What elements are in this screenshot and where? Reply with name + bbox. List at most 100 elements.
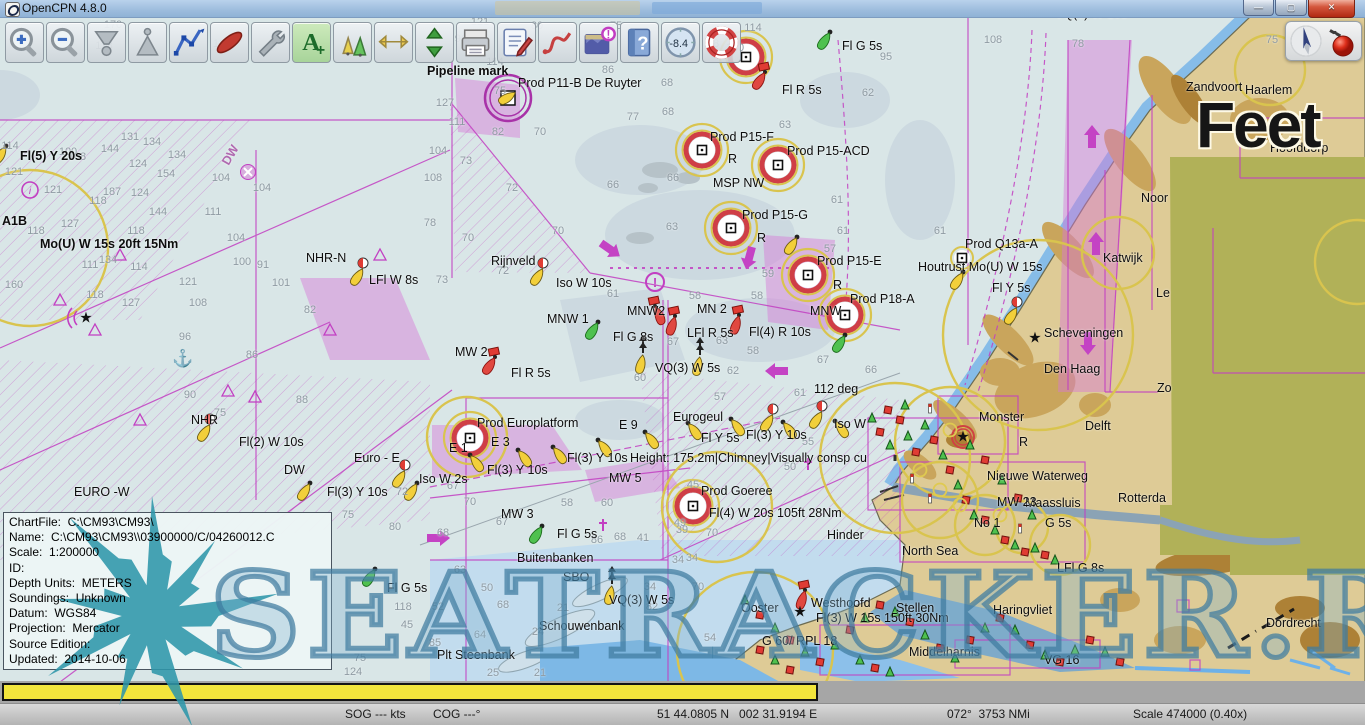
harbor-mark bbox=[1056, 658, 1064, 666]
chart-bar[interactable] bbox=[0, 681, 1365, 703]
production-platform bbox=[951, 247, 973, 269]
opencpn-window: ★★★★⚓i! 12112711415010495108787596807875… bbox=[0, 0, 1365, 725]
toolbar-zoom-out-button[interactable] bbox=[46, 22, 85, 63]
scale-down-icon bbox=[88, 23, 125, 62]
harbor-mark bbox=[946, 466, 954, 474]
harbor-mark bbox=[911, 474, 914, 483]
toolbar-print-button[interactable] bbox=[456, 22, 495, 63]
production-platform bbox=[676, 124, 728, 176]
chart-info-box bbox=[3, 512, 332, 670]
production-platform bbox=[752, 139, 804, 191]
harbor-mark bbox=[756, 646, 764, 654]
harbor-mark bbox=[876, 428, 884, 436]
toolbar-chart-stack-button[interactable] bbox=[415, 22, 454, 63]
zoom-in-icon bbox=[6, 23, 43, 62]
toolbar-follow-vessel-button[interactable] bbox=[128, 22, 167, 63]
toolbar-chart-outlines-button[interactable]: ! bbox=[579, 22, 618, 63]
light-star: ★ bbox=[1028, 330, 1041, 347]
harbor-mark bbox=[1001, 536, 1009, 544]
toolbar-chart-scale-button[interactable] bbox=[374, 22, 413, 63]
harbor-mark bbox=[896, 416, 904, 424]
harbor-mark bbox=[1021, 548, 1029, 556]
depth-unit-overlay: Feet bbox=[1196, 88, 1320, 162]
toolbar-track-button[interactable] bbox=[538, 22, 577, 63]
svg-text:?: ? bbox=[637, 32, 648, 53]
gps-status-icon bbox=[1333, 36, 1353, 56]
satellite-icon bbox=[1329, 29, 1341, 37]
toolbar-enc-text-button[interactable]: A+ bbox=[292, 22, 331, 63]
harbor-mark bbox=[1086, 636, 1094, 644]
harbor-mark bbox=[1116, 658, 1124, 666]
harbor-mark bbox=[929, 404, 932, 413]
harbor-mark bbox=[906, 618, 914, 626]
options-icon bbox=[252, 23, 289, 62]
production-platform bbox=[667, 480, 719, 532]
clock-icon: -8.4 bbox=[662, 23, 699, 62]
toolbar-mob-button[interactable] bbox=[702, 22, 741, 63]
harbor-mark bbox=[871, 664, 879, 672]
harbor-mark bbox=[786, 666, 794, 674]
app-icon bbox=[5, 2, 20, 17]
toolbar-zoom-in-button[interactable] bbox=[5, 22, 44, 63]
status-bar: SOG --- kts COG ---° 51 44.0805 N 002 31… bbox=[0, 703, 1365, 725]
svg-text:★: ★ bbox=[956, 429, 969, 446]
follow-vessel-icon bbox=[129, 23, 166, 62]
svg-text:!: ! bbox=[653, 275, 657, 290]
harbor-mark bbox=[846, 626, 854, 634]
route-manager-icon bbox=[498, 23, 535, 62]
toolbar-clock-button[interactable]: -8.4 bbox=[661, 22, 700, 63]
ais-targets-icon bbox=[334, 23, 371, 62]
toolbar-route-manager-button[interactable] bbox=[497, 22, 536, 63]
help-icon: ? bbox=[621, 23, 658, 62]
chart-outlines-icon: ! bbox=[580, 23, 617, 62]
toolbar-help-button[interactable]: ? bbox=[620, 22, 659, 63]
production-platform bbox=[705, 202, 757, 254]
chart-bar-key[interactable] bbox=[2, 683, 818, 701]
harbor-mark bbox=[786, 636, 794, 644]
toolbar-options-button[interactable] bbox=[251, 22, 290, 63]
create-route-icon bbox=[170, 23, 207, 62]
chart-stack-icon bbox=[416, 23, 453, 62]
harbor-mark bbox=[981, 516, 989, 524]
svg-text:!: ! bbox=[607, 29, 611, 41]
drop-mark-icon bbox=[211, 23, 248, 62]
harbor-mark bbox=[894, 455, 897, 461]
background-window-artifact bbox=[652, 2, 762, 14]
harbor-mark bbox=[1019, 524, 1022, 533]
svg-text:★: ★ bbox=[79, 310, 92, 327]
window-title: OpenCPN 4.8.0 bbox=[22, 1, 107, 15]
track-icon bbox=[539, 23, 576, 62]
harbor-mark bbox=[1014, 494, 1022, 502]
toolbar-scale-down-button[interactable] bbox=[87, 22, 126, 63]
title-bar[interactable]: OpenCPN 4.8.0 bbox=[0, 0, 1365, 18]
harbor-mark bbox=[876, 601, 884, 609]
toolbar-create-route-button[interactable] bbox=[169, 22, 208, 63]
sog-value: SOG --- kts bbox=[345, 707, 406, 721]
toolbar-ais-targets-button[interactable] bbox=[333, 22, 372, 63]
svg-text:+: + bbox=[316, 42, 325, 59]
production-platform bbox=[782, 249, 834, 301]
harbor-mark bbox=[1026, 641, 1034, 649]
toolbar-drop-mark-button[interactable] bbox=[210, 22, 249, 63]
chart-mark-crossc bbox=[241, 165, 256, 180]
maximize-button[interactable]: ▢ bbox=[1275, 0, 1307, 16]
background-window-artifact bbox=[495, 1, 640, 15]
main-toolbar: A+!? -8.4 bbox=[5, 22, 741, 63]
light-star: ★ bbox=[793, 604, 806, 621]
chart-scale-icon bbox=[375, 23, 412, 62]
unsurveyed-area bbox=[1160, 157, 1365, 575]
cursor-position: 51 44.0805 N 002 31.9194 E bbox=[657, 707, 817, 721]
harbor-mark bbox=[816, 658, 824, 666]
chart-scale-value: Scale 474000 (0.40x) bbox=[1133, 707, 1247, 721]
harbor-mark bbox=[936, 644, 944, 652]
compass-widget[interactable] bbox=[1285, 21, 1362, 61]
zoom-out-icon bbox=[47, 23, 84, 62]
svg-text:⚓: ⚓ bbox=[172, 348, 193, 368]
compass-rose-icon bbox=[1291, 26, 1321, 56]
close-button[interactable]: ✕ bbox=[1308, 0, 1355, 18]
cog-value: COG ---° bbox=[433, 707, 480, 721]
harbor-mark bbox=[966, 636, 974, 644]
harbor-mark bbox=[930, 436, 938, 444]
minimize-button[interactable]: — bbox=[1243, 0, 1274, 16]
svg-text:★: ★ bbox=[1028, 330, 1041, 347]
